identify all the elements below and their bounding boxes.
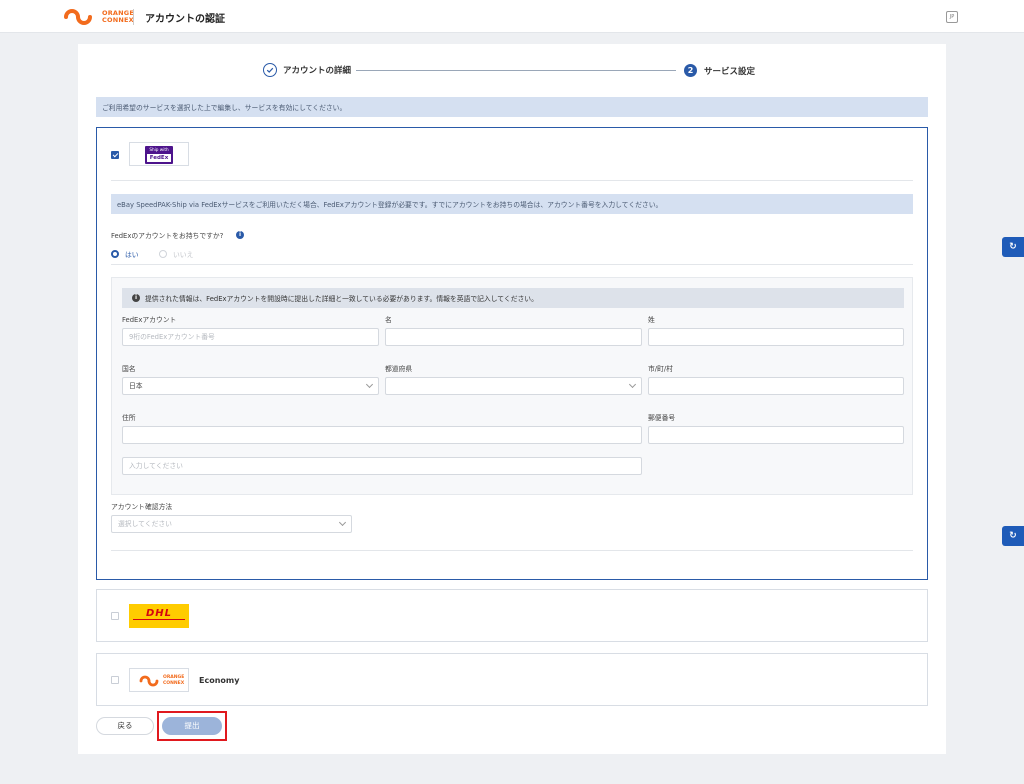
dhl-service-panel: DHL: [96, 589, 928, 642]
radio-yes[interactable]: [111, 250, 119, 258]
step2-number-badge: 2: [684, 64, 697, 77]
orangeconnex-logo-mark-icon: [64, 9, 98, 25]
back-button[interactable]: 戻る: [96, 717, 154, 735]
fedex-logo-badge: Ship with FedEx: [145, 146, 173, 164]
orangeconnex-logo: ORANGE CONNEX: [64, 8, 134, 26]
service-notice: ご利用希望のサービスを選択した上で編集し、サービスを有効にしてください。: [96, 97, 928, 117]
oc-logo-text-line1: ORANGE: [163, 675, 185, 680]
fedex-logo-line2: FedEx: [147, 154, 171, 162]
customer-support-icon[interactable]: ↻: [1002, 237, 1024, 257]
prefecture-label: 都道府県: [385, 365, 413, 373]
radio-no-label: いいえ: [173, 251, 194, 259]
info-icon[interactable]: i: [236, 231, 244, 239]
country-value: 日本: [129, 382, 143, 390]
orangeconnex-logo: ORANGE CONNEX: [129, 668, 189, 692]
fedex-service-panel: Ship with FedEx eBay SpeedPAK-Ship via F…: [96, 127, 928, 580]
divider: [111, 550, 913, 551]
logo-text-line2: CONNEX: [102, 16, 134, 24]
divider: [111, 180, 913, 181]
divider: [111, 264, 913, 265]
dhl-service-checkbox[interactable]: [111, 612, 119, 620]
logo-text: ORANGE CONNEX: [102, 10, 134, 24]
orangeconnex-logo-mark-icon: [139, 675, 159, 687]
address-label: 住所: [122, 414, 136, 422]
fedex-account-input[interactable]: 9桁のFedExアカウント番号: [122, 328, 379, 346]
fedex-form-notice-text: 提供された情報は、FedExアカウントを開設時に提出した詳細と一致している必要が…: [145, 295, 538, 303]
oc-logo-text-line2: CONNEX: [163, 680, 185, 686]
header-divider: [133, 9, 134, 25]
last-name-input[interactable]: [648, 328, 904, 346]
fedex-logo: Ship with FedEx: [129, 142, 189, 166]
language-icon[interactable]: JP: [946, 11, 958, 23]
oc-service-checkbox[interactable]: [111, 676, 119, 684]
top-bar: ORANGE CONNEX アカウントの認証 JP: [0, 0, 1024, 33]
chevron-down-icon: [628, 380, 637, 389]
country-label: 国名: [122, 365, 136, 373]
oc-service-name: Economy: [199, 676, 240, 685]
fedex-notice: eBay SpeedPAK-Ship via FedExサービスをご利用いただく…: [111, 194, 913, 214]
step2-label: サービス設定: [704, 67, 756, 77]
dhl-logo-text: DHL: [145, 608, 173, 619]
page-title: アカウントの認証: [145, 14, 225, 25]
radio-no[interactable]: [159, 250, 167, 258]
fedex-service-checkbox[interactable]: [111, 151, 119, 159]
address2-input[interactable]: 入力してください: [122, 457, 642, 475]
first-name-input[interactable]: [385, 328, 642, 346]
verify-method-placeholder: 選択してください: [118, 520, 172, 528]
fedex-account-placeholder: 9桁のFedExアカウント番号: [129, 333, 215, 341]
info-icon: i: [132, 294, 140, 302]
stepper-connector: [356, 70, 676, 71]
fedex-form-notice: i 提供された情報は、FedExアカウントを開設時に提出した詳細と一致している必…: [122, 288, 904, 308]
dhl-logo: DHL: [129, 604, 189, 628]
city-label: 市/町/村: [648, 365, 673, 373]
last-name-label: 姓: [648, 316, 655, 324]
country-select[interactable]: 日本: [122, 377, 379, 395]
verify-method-select[interactable]: 選択してください: [111, 515, 352, 533]
chevron-down-icon: [338, 518, 347, 527]
main-card: アカウントの詳細 2 サービス設定 ご利用希望のサービスを選択した上で編集し、サ…: [78, 44, 946, 754]
orangeconnex-service-panel: ORANGE CONNEX Economy: [96, 653, 928, 706]
city-input[interactable]: [648, 377, 904, 395]
radio-yes-label: はい: [125, 251, 139, 259]
fedex-notice-text: eBay SpeedPAK-Ship via FedExサービスをご利用いただく…: [117, 201, 663, 209]
chevron-down-icon: [365, 380, 374, 389]
first-name-label: 名: [385, 316, 392, 324]
oc-logo-text: ORANGE CONNEX: [163, 675, 184, 686]
address2-placeholder: 入力してください: [129, 462, 183, 470]
submit-button[interactable]: 提出: [162, 717, 222, 735]
address-input[interactable]: [122, 426, 642, 444]
fedex-account-label: FedExアカウント: [122, 316, 177, 324]
verify-method-label: アカウント確認方法: [111, 503, 173, 511]
customer-support-icon[interactable]: ↻: [1002, 526, 1024, 546]
step1-check-icon: [263, 63, 277, 77]
dhl-logo-stripe: [133, 619, 185, 621]
postal-label: 郵便番号: [648, 414, 676, 422]
service-notice-text: ご利用希望のサービスを選択した上で編集し、サービスを有効にしてください。: [102, 104, 347, 112]
postal-input[interactable]: [648, 426, 904, 444]
step1-label: アカウントの詳細: [283, 66, 352, 76]
fedex-question-label: FedExのアカウントをお持ちですか?: [111, 232, 224, 240]
prefecture-select[interactable]: [385, 377, 642, 395]
fedex-logo-line1: Ship with: [149, 147, 169, 152]
fedex-account-form: i 提供された情報は、FedExアカウントを開設時に提出した詳細と一致している必…: [111, 277, 913, 495]
